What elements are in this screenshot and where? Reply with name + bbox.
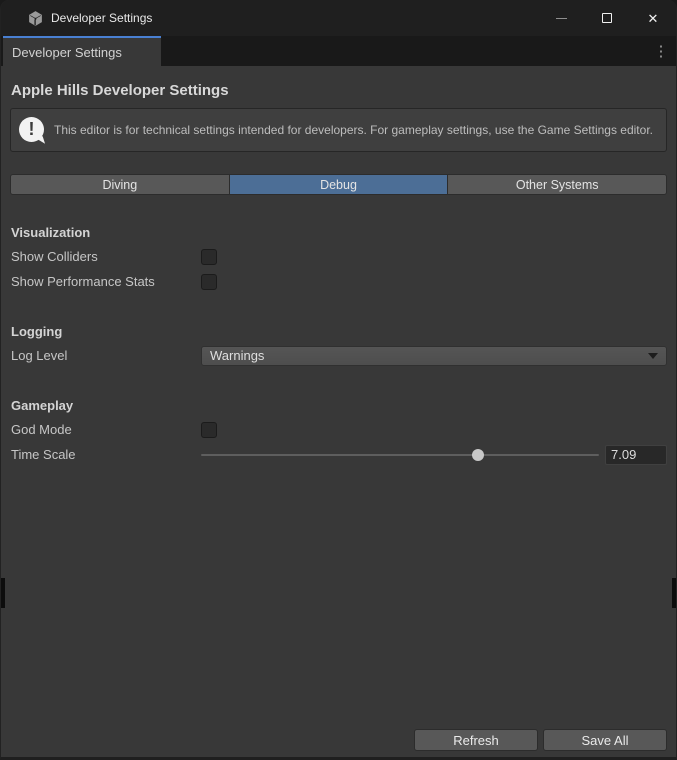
- maximize-icon: [602, 13, 612, 23]
- close-button[interactable]: ✕: [630, 0, 676, 36]
- background-window-edge-right: [672, 578, 676, 608]
- editor-tabbar: Developer Settings ⋮: [1, 36, 676, 66]
- field-label: Show Performance Stats: [10, 274, 201, 289]
- section-title: Logging: [11, 324, 667, 339]
- section-logging: Logging Log Level Warnings: [10, 324, 667, 368]
- row-god-mode: God Mode: [10, 417, 667, 442]
- help-box: ! This editor is for technical settings …: [10, 108, 667, 152]
- tab-diving[interactable]: Diving: [11, 175, 230, 194]
- developer-settings-window: Developer Settings ✕ Developer Settings …: [0, 0, 677, 760]
- row-show-colliders: Show Colliders: [10, 244, 667, 269]
- tab-label: Developer Settings: [12, 45, 122, 60]
- section-gameplay: Gameplay God Mode Time Scale 7.09: [10, 398, 667, 467]
- help-box-text: This editor is for technical settings in…: [54, 122, 653, 139]
- titlebar[interactable]: Developer Settings ✕: [1, 0, 676, 36]
- background-window-edge-left: [1, 578, 5, 608]
- tab-menu-button[interactable]: ⋮: [646, 36, 676, 66]
- category-toolbar: Diving Debug Other Systems: [10, 174, 667, 195]
- dropdown-value: Warnings: [210, 348, 264, 363]
- log-level-dropdown[interactable]: Warnings: [201, 346, 667, 366]
- row-log-level: Log Level Warnings: [10, 343, 667, 368]
- field-label: God Mode: [10, 422, 201, 437]
- field-label: Time Scale: [10, 447, 201, 462]
- window-title: Developer Settings: [51, 11, 152, 25]
- refresh-button[interactable]: Refresh: [414, 729, 538, 751]
- tab-other-systems[interactable]: Other Systems: [448, 175, 666, 194]
- god-mode-checkbox[interactable]: [201, 422, 217, 438]
- unity-logo-icon: [27, 10, 44, 27]
- field-label: Log Level: [10, 348, 201, 363]
- row-time-scale: Time Scale 7.09: [10, 442, 667, 467]
- kebab-menu-icon: ⋮: [654, 42, 669, 60]
- show-colliders-checkbox[interactable]: [201, 249, 217, 265]
- time-scale-slider[interactable]: [201, 448, 599, 462]
- tab-debug[interactable]: Debug: [230, 175, 449, 194]
- show-performance-stats-checkbox[interactable]: [201, 274, 217, 290]
- chevron-down-icon: [648, 353, 658, 359]
- section-visualization: Visualization Show Colliders Show Perfor…: [10, 225, 667, 294]
- time-scale-value: 7.09: [611, 447, 636, 462]
- maximize-button[interactable]: [584, 0, 630, 36]
- settings-content: Apple Hills Developer Settings ! This ed…: [1, 66, 676, 757]
- slider-thumb[interactable]: [472, 449, 484, 461]
- save-all-button[interactable]: Save All: [543, 729, 667, 751]
- footer-actions: Refresh Save All: [414, 729, 667, 751]
- field-label: Show Colliders: [10, 249, 201, 264]
- info-icon: !: [19, 117, 46, 144]
- row-show-performance-stats: Show Performance Stats: [10, 269, 667, 294]
- minimize-button[interactable]: [538, 0, 584, 36]
- slider-track: [201, 454, 599, 456]
- page-title: Apple Hills Developer Settings: [11, 82, 666, 99]
- close-icon: ✕: [648, 12, 659, 25]
- time-scale-field[interactable]: 7.09: [605, 445, 667, 465]
- tab-developer-settings[interactable]: Developer Settings: [3, 36, 161, 66]
- section-title: Visualization: [11, 225, 667, 240]
- minimize-icon: [556, 18, 567, 19]
- section-title: Gameplay: [11, 398, 667, 413]
